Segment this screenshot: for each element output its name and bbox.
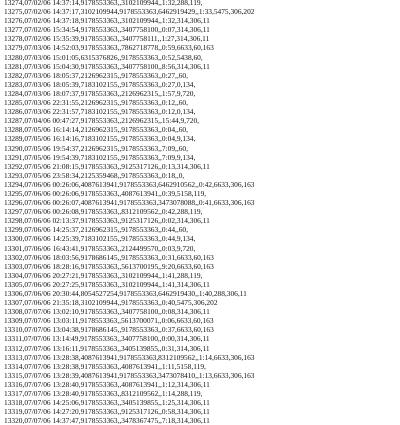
log-line: 13278,07/02/06 15:35:39,9178553363,,3407… xyxy=(4,34,210,44)
log-line: 13307,07/06/06 21:35:18,3102109944,,9178… xyxy=(4,298,218,308)
log-line: 13279,07/03/06 14:52:03,9178553363,,7862… xyxy=(4,43,214,53)
log-line: 13314,07/07/06 13:28:38,9178553363,,4087… xyxy=(4,361,206,371)
log-line: 13282,07/03/06 18:05:37,2126962315,,9178… xyxy=(4,70,188,80)
log-line: 13310,07/07/06 13:04:38,9178686145,,9178… xyxy=(4,325,214,335)
log-line: 13311,07/07/06 13:14:49,9178553363,,3407… xyxy=(4,334,210,344)
log-line: 13285,07/03/06 22:31:55,2126962315,,9178… xyxy=(4,98,188,108)
log-line: 13299,07/06/06 14:25:37,2126962315,,9178… xyxy=(4,225,188,235)
log-line: 13319,07/07/06 14:27:20,9178553363,,9125… xyxy=(4,407,210,417)
log-line: 13287,07/04/06 00:47:27,9178553363,,2126… xyxy=(4,116,200,126)
log-line: 13275,07/02/06 14:37:17,3102109944,91785… xyxy=(4,7,255,17)
log-line: 13290,07/05/06 19:54:37,2126962315,,9178… xyxy=(4,143,188,153)
log-line: 13286,07/03/06 22:31:57,7183102155,,9178… xyxy=(4,107,196,117)
log-line: 13301,07/06/06 16:43:41,9178553363,,2124… xyxy=(4,243,196,253)
log-line: 13298,07/06/06 02:13:37,9178553363,,9125… xyxy=(4,216,210,226)
log-line: 13276,07/02/06 14:37:18,9178553363,,3102… xyxy=(4,16,210,26)
log-line: 13320,07/07/06 14:37:47,9178553363,,3478… xyxy=(4,416,210,425)
log-line: 13283,07/03/06 18:05:39,7183102155,,9178… xyxy=(4,79,196,89)
log-line: 13296,07/06/06 00:26:07,4087613941,91785… xyxy=(4,198,255,208)
log-line: 13303,07/06/06 18:28:16,9178553363,,5613… xyxy=(4,261,214,271)
log-line: 13294,07/06/06 00:26:06,4087613941,91785… xyxy=(4,179,255,189)
log-line: 13316,07/07/06 13:28:40,9178553363,,4087… xyxy=(4,379,210,389)
log-line: 13308,07/07/06 13:02:10,9178553363,,3407… xyxy=(4,307,210,317)
log-line: 13302,07/06/06 18:03:56,9178686145,,9178… xyxy=(4,252,214,262)
log-line: 13280,07/03/06 15:01:05,6315376826,,9178… xyxy=(4,52,203,62)
log-line: 13274,07/02/06 14:37:14,9178553363,,3102… xyxy=(4,0,203,7)
log-line: 13291,07/05/06 19:54:39,7183102155,,9178… xyxy=(4,152,196,162)
log-line: 13304,07/06/06 20:27:21,9178553363,,3102… xyxy=(4,270,203,280)
log-line: 13306,07/06/06 20:30:44,8054527254,91785… xyxy=(4,289,247,298)
log-line: 13305,07/06/06 20:27:25,9178553363,,3102… xyxy=(4,279,210,289)
log-line: 13288,07/05/06 16:14:14,2126962315,,9178… xyxy=(4,125,188,135)
log-line: 13300,07/06/06 14:25:39,7183102155,,9178… xyxy=(4,234,196,244)
log-line: 13295,07/06/06 00:26:06,9178553363,,4087… xyxy=(4,188,207,198)
log-line: 13277,07/02/06 15:34:54,9178553363,,3407… xyxy=(4,25,210,35)
log-line: 13284,07/03/06 18:07:37,9178553363,,2126… xyxy=(4,88,196,98)
log-line: 13289,07/05/06 16:14:16,7183102155,,9178… xyxy=(4,134,196,144)
log-line: 13318,07/07/06 14:25:06,9178553363,,3405… xyxy=(4,398,210,408)
call-log-document: 13274,07/02/06 14:37:14,9178553363,,3102… xyxy=(4,0,398,425)
log-line: 13312,07/07/06 13:16:11,9178553363,,3405… xyxy=(4,343,210,353)
log-line: 13297,07/06/06 00:26:08,9178553363,,8312… xyxy=(4,207,203,217)
log-line: 13313,07/07/06 13:28:38,4087613941,91785… xyxy=(4,352,255,362)
log-line: 13292,07/05/06 21:08:15,9178553363,,9125… xyxy=(4,161,210,171)
log-line: 13309,07/07/06 13:03:11,9178553363,,5613… xyxy=(4,316,214,326)
log-line: 13317,07/07/06 13:28:40,9178553363,,8312… xyxy=(4,389,203,399)
log-line: 13315,07/07/06 13:28:39,4087613941,91785… xyxy=(4,370,255,380)
log-line: 13281,07/03/06 15:04:30,9178553363,,3407… xyxy=(4,61,210,71)
log-line: 13293,07/05/06 23:58:34,2125359468,,9178… xyxy=(4,170,185,180)
